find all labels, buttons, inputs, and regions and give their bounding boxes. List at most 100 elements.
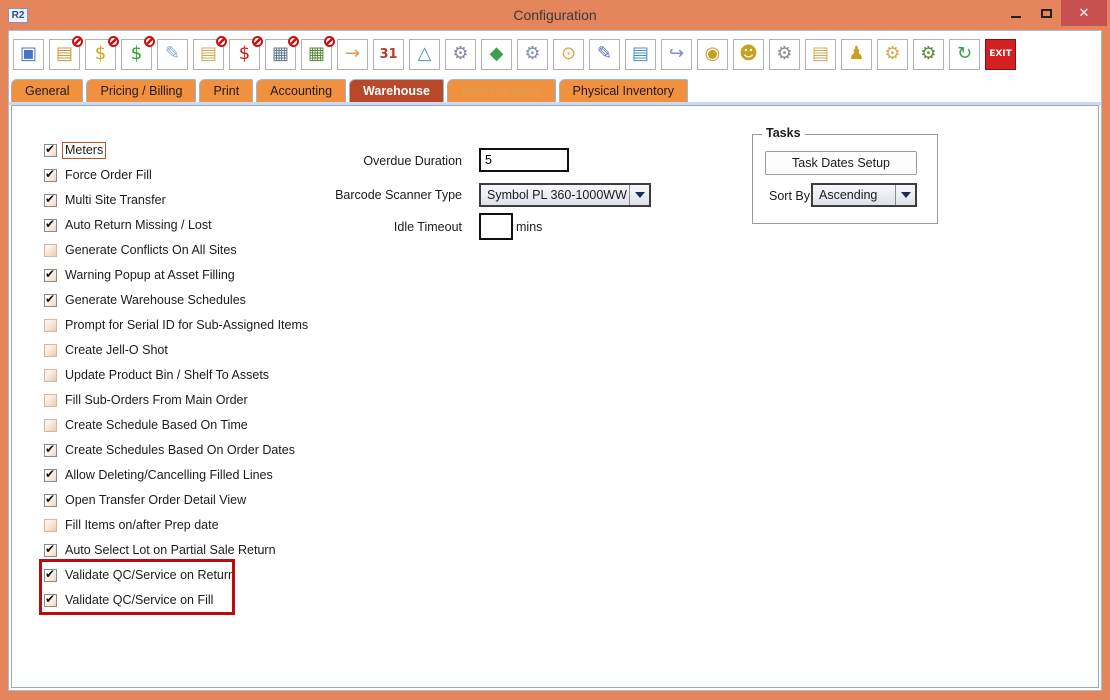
checked-checkbox[interactable]: ✔ <box>44 169 57 182</box>
toolbar: ▣▤$$✎▤$▦▦→31△⚙◆⚙⊙✎▤↪◉☻⚙▤♟⚙⚙↻EXIT <box>9 31 1101 75</box>
overdue-duration-input[interactable] <box>479 148 569 172</box>
drafting-ruler-icon: △ <box>418 45 432 63</box>
unchecked-checkbox[interactable] <box>44 244 57 257</box>
form-designer-button[interactable]: ✎ <box>589 39 620 70</box>
copy-document-button[interactable]: ↪ <box>661 39 692 70</box>
disabled-badge-icon <box>252 36 263 47</box>
tab-physical-inventory[interactable]: Physical Inventory <box>559 79 688 102</box>
checkbox-row-open-transfer-order-detail-view[interactable]: ✔Open Transfer Order Detail View <box>44 488 246 513</box>
tab-accounting[interactable]: Accounting <box>256 79 346 102</box>
tab-print[interactable]: Print <box>199 79 253 102</box>
barcode-scanner-settings-button[interactable]: ⚙ <box>769 39 800 70</box>
checkbox-row-prompt-for-serial-id-for-sub-assigned-items[interactable]: Prompt for Serial ID for Sub-Assigned It… <box>44 313 308 338</box>
checked-checkbox[interactable]: ✔ <box>44 594 57 607</box>
calculator-settings-icon: ⚙ <box>920 45 936 63</box>
check-in-lock-button[interactable]: → <box>337 39 368 70</box>
calendar-button[interactable]: 31 <box>373 39 404 70</box>
checkbox-row-generate-warehouse-schedules[interactable]: ✔Generate Warehouse Schedules <box>44 288 246 313</box>
unchecked-checkbox[interactable] <box>44 394 57 407</box>
check-icon: ✔ <box>45 167 55 181</box>
invoice-button[interactable]: $ <box>121 39 152 70</box>
checked-checkbox[interactable]: ✔ <box>44 219 57 232</box>
task-dates-setup-button[interactable]: Task Dates Setup <box>765 151 917 175</box>
checked-checkbox[interactable]: ✔ <box>44 569 57 582</box>
checkbox-row-meters[interactable]: ✔Meters <box>44 138 103 163</box>
checkbox-row-create-schedules-based-on-order-dates[interactable]: ✔Create Schedules Based On Order Dates <box>44 438 295 463</box>
tab-multi-currency[interactable]: Multi Currency <box>447 79 556 102</box>
exit-icon: EXIT <box>989 50 1012 59</box>
order-entry-button[interactable]: ▤ <box>193 39 224 70</box>
checked-checkbox[interactable]: ✔ <box>44 544 57 557</box>
unchecked-checkbox[interactable] <box>44 519 57 532</box>
maximize-icon <box>1041 9 1052 18</box>
checkbox-row-auto-return-missing-lost[interactable]: ✔Auto Return Missing / Lost <box>44 213 212 238</box>
ledger-calculator-button[interactable]: ▦ <box>301 39 332 70</box>
disabled-badge-icon <box>324 36 335 47</box>
sales-order-button[interactable]: ▤ <box>49 39 80 70</box>
sort-by-dropdown-button[interactable] <box>895 185 915 205</box>
configuration-window: R2 Configuration ✕ ▣▤$$✎▤$▦▦→31△⚙◆⚙⊙✎▤↪◉… <box>0 0 1110 700</box>
tag-settings-button[interactable]: ⚙ <box>517 39 548 70</box>
barcode-scanner-type-select[interactable]: Symbol PL 360-1000WW <box>479 183 651 207</box>
user-shield-button[interactable]: ☻ <box>733 39 764 70</box>
export-document-button[interactable]: ↻ <box>949 39 980 70</box>
tab-warehouse[interactable]: Warehouse <box>349 79 444 102</box>
checked-checkbox[interactable]: ✔ <box>44 144 57 157</box>
drafting-ruler-button[interactable]: △ <box>409 39 440 70</box>
checked-checkbox[interactable]: ✔ <box>44 444 57 457</box>
minimize-button[interactable] <box>1001 0 1031 26</box>
barcode-scanner-dropdown-button[interactable] <box>629 185 649 205</box>
settings-gears-icon: ⚙ <box>452 45 468 63</box>
exit-button[interactable]: EXIT <box>985 39 1016 70</box>
unchecked-checkbox[interactable] <box>44 369 57 382</box>
checkbox-row-update-product-bin-shelf-to-assets[interactable]: Update Product Bin / Shelf To Assets <box>44 363 269 388</box>
report-document-button[interactable]: ▤ <box>625 39 656 70</box>
checkbox-row-auto-select-lot-on-partial-sale-return[interactable]: ✔Auto Select Lot on Partial Sale Return <box>44 538 276 563</box>
checkbox-row-create-jell-o-shot[interactable]: Create Jell-O Shot <box>44 338 168 363</box>
audit-shield-search-button[interactable]: ◉ <box>697 39 728 70</box>
folder-history-button[interactable]: ⊙ <box>553 39 584 70</box>
maximize-button[interactable] <box>1031 0 1061 26</box>
unchecked-checkbox[interactable] <box>44 319 57 332</box>
checked-checkbox[interactable]: ✔ <box>44 269 57 282</box>
chevron-down-icon <box>901 192 911 198</box>
trophy-figure-button[interactable]: ♟ <box>841 39 872 70</box>
calculator-settings-button[interactable]: ⚙ <box>913 39 944 70</box>
checkbox-row-fill-items-on-after-prep-date[interactable]: Fill Items on/after Prep date <box>44 513 219 538</box>
tag-settings-icon: ⚙ <box>524 45 540 63</box>
checkbox-row-multi-site-transfer[interactable]: ✔Multi Site Transfer <box>44 188 166 213</box>
sort-by-select[interactable]: Ascending <box>811 183 917 207</box>
disabled-badge-icon <box>288 36 299 47</box>
sort-by-label: Sort By <box>769 189 810 203</box>
folder-documents-button[interactable]: ▤ <box>805 39 836 70</box>
checkbox-row-generate-conflicts-on-all-sites[interactable]: Generate Conflicts On All Sites <box>44 238 237 263</box>
checked-checkbox[interactable]: ✔ <box>44 294 57 307</box>
checkbox-row-fill-sub-orders-from-main-order[interactable]: Fill Sub-Orders From Main Order <box>44 388 248 413</box>
checked-checkbox[interactable]: ✔ <box>44 494 57 507</box>
tab-general[interactable]: General <box>11 79 83 102</box>
check-icon: ✔ <box>45 192 55 206</box>
checkbox-row-validate-qc-service-on-fill[interactable]: ✔Validate QC/Service on Fill <box>44 588 213 613</box>
unchecked-checkbox[interactable] <box>44 344 57 357</box>
close-button[interactable]: ✕ <box>1061 0 1107 26</box>
cash-button[interactable]: $ <box>85 39 116 70</box>
save-icon: ▣ <box>20 45 37 63</box>
sort-by-value: Ascending <box>813 185 895 205</box>
checked-checkbox[interactable]: ✔ <box>44 194 57 207</box>
checkbox-row-force-order-fill[interactable]: ✔Force Order Fill <box>44 163 152 188</box>
tab-pricing-billing[interactable]: Pricing / Billing <box>86 79 196 102</box>
checkbox-row-validate-qc-service-on-return[interactable]: ✔Validate QC/Service on Return <box>44 563 235 588</box>
settings-gears-button[interactable]: ⚙ <box>445 39 476 70</box>
save-button[interactable]: ▣ <box>13 39 44 70</box>
worksheet-grid-button[interactable]: ▦ <box>265 39 296 70</box>
payment-button[interactable]: $ <box>229 39 260 70</box>
checked-checkbox[interactable]: ✔ <box>44 469 57 482</box>
product-cubes-button[interactable]: ◆ <box>481 39 512 70</box>
checkbox-row-warning-popup-at-asset-filling[interactable]: ✔Warning Popup at Asset Filling <box>44 263 235 288</box>
folder-settings-button[interactable]: ⚙ <box>877 39 908 70</box>
checkbox-row-allow-deleting-cancelling-filled-lines[interactable]: ✔Allow Deleting/Cancelling Filled Lines <box>44 463 273 488</box>
edit-document-button[interactable]: ✎ <box>157 39 188 70</box>
idle-timeout-input[interactable] <box>479 213 513 240</box>
checkbox-row-create-schedule-based-on-time[interactable]: Create Schedule Based On Time <box>44 413 248 438</box>
unchecked-checkbox[interactable] <box>44 419 57 432</box>
